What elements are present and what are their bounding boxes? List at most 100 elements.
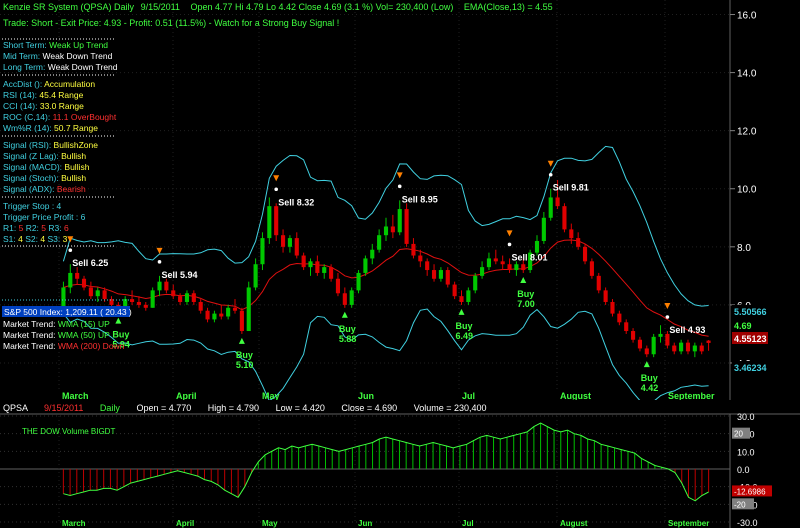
info-label: Short Term: [3,40,49,50]
buy-label: Buy [455,321,472,331]
candle-body [658,333,663,337]
buy-price: 7.00 [517,299,535,309]
info-label: Signal (Stoch): [3,173,61,183]
candle-body [452,284,457,297]
candle-body [322,267,327,273]
candle-body [308,261,313,268]
buy-label: Buy [641,373,658,383]
candle-body [198,301,203,311]
lower-date: 9/15/2011 [44,403,83,413]
candle-body [589,261,594,276]
lower-indicator-title: THE DOW Volume BIGDT [22,427,115,436]
lower-tick-label: 30.0 [737,412,755,422]
candle-body [130,299,135,302]
candle-body [431,270,437,279]
signal-row: Signal (Stoch): Bullish [3,173,86,183]
month-label: Jun [358,391,374,401]
candle-body [534,241,540,253]
candle-body [514,264,519,271]
candle-body [624,322,629,332]
lower-low: Low = 4.420 [276,403,325,413]
candle-body [164,281,169,291]
candle-body [301,255,306,268]
candle-body [370,249,375,259]
trigger-stop: Trigger Stop : 4 [3,201,62,211]
candle-body [184,293,190,302]
sell-label: Sell 8.32 [278,197,314,207]
info-value: Bullish [64,162,89,172]
month-label: March [62,391,89,401]
lower-month-labels: March April May Jun Jul August September [62,519,709,528]
sell-label: Sell 6.25 [72,258,108,268]
lower-period: Daily [100,403,121,413]
info-value: Bullish [61,173,86,183]
candle-body [232,307,238,311]
price-tick-label: 12.0 [737,127,757,138]
candle-body [500,261,505,265]
candle-body [425,261,430,271]
candle-body [548,197,553,218]
signal-row: Signal (RSI): BullishZone [3,140,98,150]
lower-band-value: 3.46234 [734,363,767,373]
header-ohlc: Open 4.77 Hi 4.79 Lo 4.42 Close 4.69 (3.… [190,2,453,12]
signal-row: Signal (MACD): Bullish [3,162,90,172]
candle-body [102,290,107,300]
resistance-levels: R1: 5 R2: 5 R3: 6 [3,223,69,233]
sell-dot [157,260,162,264]
candle-body [610,301,615,314]
lower-tick-label: -30.0 [737,518,758,528]
candle-body [329,267,334,279]
stock-chart: Sell 6.25 Sell 5.94 Sell 8.32 Sell 8.95 Sell… [0,0,800,528]
candle-body [246,287,251,332]
candle-body [363,258,368,273]
indicator-row: Wm%R (14): 50.7 Range [3,123,98,133]
candle-body [438,270,443,279]
candle-body [473,275,478,291]
lower-month-label: September [668,519,709,528]
chart-header: Kenzie SR System (QPSA) Daily 9/15/2011 … [3,2,553,12]
buy-label: Buy [517,289,534,299]
candle-body [631,331,636,340]
candle-body [212,313,217,320]
buy-price: 6.49 [455,331,473,341]
info-value: Weak Down Trend [48,62,118,72]
info-value: Weak Down Trend [43,51,113,61]
candle-body [699,345,704,352]
header-ema: EMA(Close,13) = 4.55 [464,2,553,12]
candle-body [685,342,691,352]
buy-label: Buy [339,324,356,334]
trend-row: Long Term: Weak Down Trend [3,62,118,72]
lower-volume: Volume = 230,400 [414,403,487,413]
candle-body [521,264,526,271]
candle-body [178,296,183,302]
info-label: Mid Term: [3,51,43,61]
market-trend-row: Market Trend: WMA (50) UP [3,330,110,340]
candle-body [480,267,485,276]
signal-row: Signal (Z Lag): Bullish [3,151,86,161]
indicator-row: ROC (C,14): 11.1 OverBought [3,112,117,122]
candle-body [342,293,347,305]
last-value: -12.6986 [734,487,766,496]
trend-row: Mid Term: Weak Down Trend [3,51,113,61]
candle-body [466,290,471,302]
candle-body [205,310,210,320]
buy-label: Buy [236,350,253,360]
sell-label: Sell 8.95 [402,194,438,204]
info-label: CCI (14): [3,101,40,111]
signal-row: Signal (ADX): Bearish [3,184,86,194]
month-label: August [560,391,591,401]
month-label: May [262,391,280,401]
sell-dot [274,187,278,192]
candle-body [61,287,66,308]
lower-level-value: -20 [734,500,746,509]
buy-price: 4.42 [641,383,659,393]
candle-body [280,235,286,247]
candle-body [315,261,320,273]
lower-month-label: August [560,519,588,528]
sell-dot [665,315,670,319]
info-value: Weak Up Trend [49,40,108,50]
info-label: Long Term: [3,62,48,72]
info-label: Wm%R (14): [3,123,54,133]
support-levels: S1: 4 S2: 4 S3: 3 [3,234,68,244]
trigger-profit: Trigger Price Profit : 6 [3,212,86,222]
